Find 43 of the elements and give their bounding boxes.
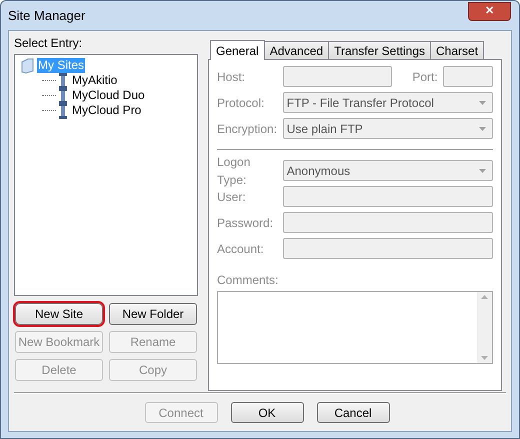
tree-item[interactable]: MyCloud Pro — [71, 103, 142, 118]
input-field[interactable] — [282, 186, 493, 208]
server-icon — [58, 88, 68, 104]
server-icon — [58, 102, 68, 118]
dropdown-arrow-icon — [479, 100, 486, 105]
close-button[interactable]: ✕ — [468, 2, 511, 21]
select-entry-label: Select Entry: — [14, 36, 84, 51]
entry-button[interactable]: New Folder — [109, 303, 197, 325]
dropdown-arrow-icon — [479, 168, 486, 173]
input-field[interactable] — [282, 212, 493, 234]
scrollbar[interactable] — [477, 292, 492, 364]
field-label: Encryption: — [217, 120, 278, 138]
dialog-button[interactable]: Cancel — [316, 402, 390, 423]
port-label: Port: — [412, 68, 439, 86]
tab[interactable]: Transfer Settings — [328, 41, 432, 60]
comments-label: Comments: — [217, 273, 280, 288]
tree-line — [42, 80, 56, 81]
tree-item[interactable]: MyAkitio — [71, 73, 118, 88]
field-label: Account: — [217, 240, 265, 258]
scroll-down-icon[interactable] — [481, 356, 488, 360]
field-label: Protocol: — [217, 94, 266, 112]
tab[interactable]: General — [210, 40, 265, 60]
host-field[interactable] — [282, 66, 392, 88]
dropdown-arrow-icon — [479, 126, 486, 131]
host-label: Host: — [217, 68, 246, 86]
tab[interactable]: Charset — [430, 41, 484, 60]
dialog-button[interactable]: OK — [230, 402, 304, 423]
entry-button[interactable]: New Site — [15, 303, 103, 325]
input-field[interactable] — [282, 238, 493, 260]
port-field[interactable] — [443, 66, 493, 88]
site-tree[interactable]: My Sites MyAkitio MyCloud Duo MyCloud Pro — [14, 54, 198, 296]
field-label: Logon Type: — [217, 154, 252, 189]
tree-item[interactable]: MyCloud Duo — [71, 88, 146, 103]
tree-line — [42, 110, 56, 111]
folder-icon — [20, 58, 34, 74]
field-label: Password: — [217, 214, 274, 232]
tab[interactable]: Advanced — [264, 41, 330, 60]
window-title: Site Manager — [8, 6, 86, 25]
tree-line — [42, 95, 56, 96]
server-icon — [58, 72, 68, 88]
scroll-up-icon[interactable] — [481, 295, 488, 300]
field-label: User: — [217, 188, 247, 206]
comments-field[interactable] — [217, 291, 493, 364]
